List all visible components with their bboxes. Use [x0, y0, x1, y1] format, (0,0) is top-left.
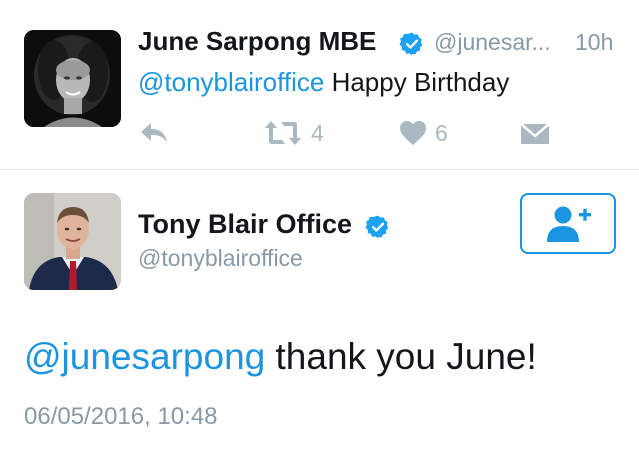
heart-icon: [400, 121, 426, 145]
avatar-tony-blair-office[interactable]: [24, 193, 121, 290]
reply-text-body: Happy Birthday: [324, 67, 510, 97]
reply-button[interactable]: [138, 116, 170, 150]
reply-mention-link[interactable]: @tonyblairoffice: [138, 67, 324, 97]
tweet-page: June Sarpong MBE @junesar... 10h @tonybl…: [0, 0, 639, 453]
reply-tweet-text: @tonyblairoffice Happy Birthday: [138, 67, 509, 98]
reply-author-handle[interactable]: @junesar...: [434, 29, 551, 56]
follow-button[interactable]: [520, 193, 616, 254]
main-text-body: thank you June!: [265, 336, 537, 377]
add-user-icon: [547, 206, 591, 242]
like-button[interactable]: 6: [399, 116, 448, 150]
like-count: 6: [435, 120, 448, 146]
verified-badge-icon: [399, 32, 423, 56]
reply-author-name[interactable]: June Sarpong MBE: [138, 26, 376, 57]
reply-icon: [141, 123, 167, 143]
avatar-june-sarpong[interactable]: [24, 30, 121, 127]
retweet-icon: [265, 121, 301, 145]
envelope-icon: [520, 123, 550, 144]
verified-badge-icon: [365, 215, 389, 239]
main-tweet-text: @junesarpong thank you June!: [24, 336, 537, 378]
retweet-button[interactable]: 4: [263, 116, 324, 150]
retweet-count: 4: [311, 120, 324, 146]
tweet-timestamp: 06/05/2016, 10:48: [24, 403, 218, 430]
main-mention-link[interactable]: @junesarpong: [24, 336, 265, 377]
direct-message-button[interactable]: [519, 116, 551, 150]
main-author-handle[interactable]: @tonyblairoffice: [138, 245, 303, 272]
reply-tweet[interactable]: June Sarpong MBE @junesar... 10h @tonybl…: [0, 0, 639, 170]
main-author-name[interactable]: Tony Blair Office: [138, 209, 352, 240]
reply-time[interactable]: 10h: [575, 29, 613, 56]
